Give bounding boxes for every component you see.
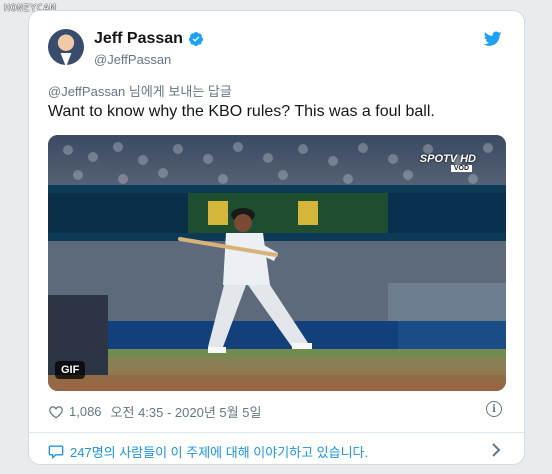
chevron-right-icon[interactable] — [490, 443, 502, 457]
tweet-meta-row: 1,086 오전 4:35 - 2020년 5월 5일 — [48, 402, 261, 421]
twitter-bird-icon[interactable] — [484, 31, 502, 47]
tweet-embed-card: Jeff Passan @JeffPassan @JeffPassan 님에게 … — [28, 10, 525, 465]
speech-bubble-icon — [48, 445, 64, 459]
tweet-text: Want to know why the KBO rules? This was… — [48, 103, 435, 120]
author-name-row[interactable]: Jeff Passan — [94, 30, 204, 48]
like-count[interactable]: 1,086 — [69, 404, 102, 419]
baseball-broadcast-frame — [48, 135, 506, 391]
broadcaster-logo: SPOTV HD — [419, 153, 476, 165]
info-icon[interactable]: i — [486, 401, 502, 417]
gif-badge: GIF — [55, 361, 86, 379]
tweet-timestamp[interactable]: 오전 4:35 - 2020년 5월 5일 — [111, 402, 262, 421]
conversation-text[interactable]: 247명의 사람들이 이 주제에 대해 이야기하고 있습니다. — [70, 442, 368, 461]
conversation-link[interactable]: 247명의 사람들이 이 주제에 대해 이야기하고 있습니다. — [48, 442, 368, 461]
author-handle[interactable]: @JeffPassan — [94, 52, 171, 67]
reply-context[interactable]: @JeffPassan 님에게 보내는 답글 — [48, 81, 232, 100]
tweet-media-gif[interactable]: SPOTV HD VOD GIF — [48, 135, 506, 391]
broadcaster-sub-label: VOD — [450, 165, 472, 172]
avatar[interactable] — [48, 29, 84, 65]
heart-icon[interactable] — [48, 405, 64, 419]
author-name[interactable]: Jeff Passan — [94, 30, 183, 48]
verified-badge-icon — [188, 32, 203, 46]
divider — [29, 432, 524, 433]
